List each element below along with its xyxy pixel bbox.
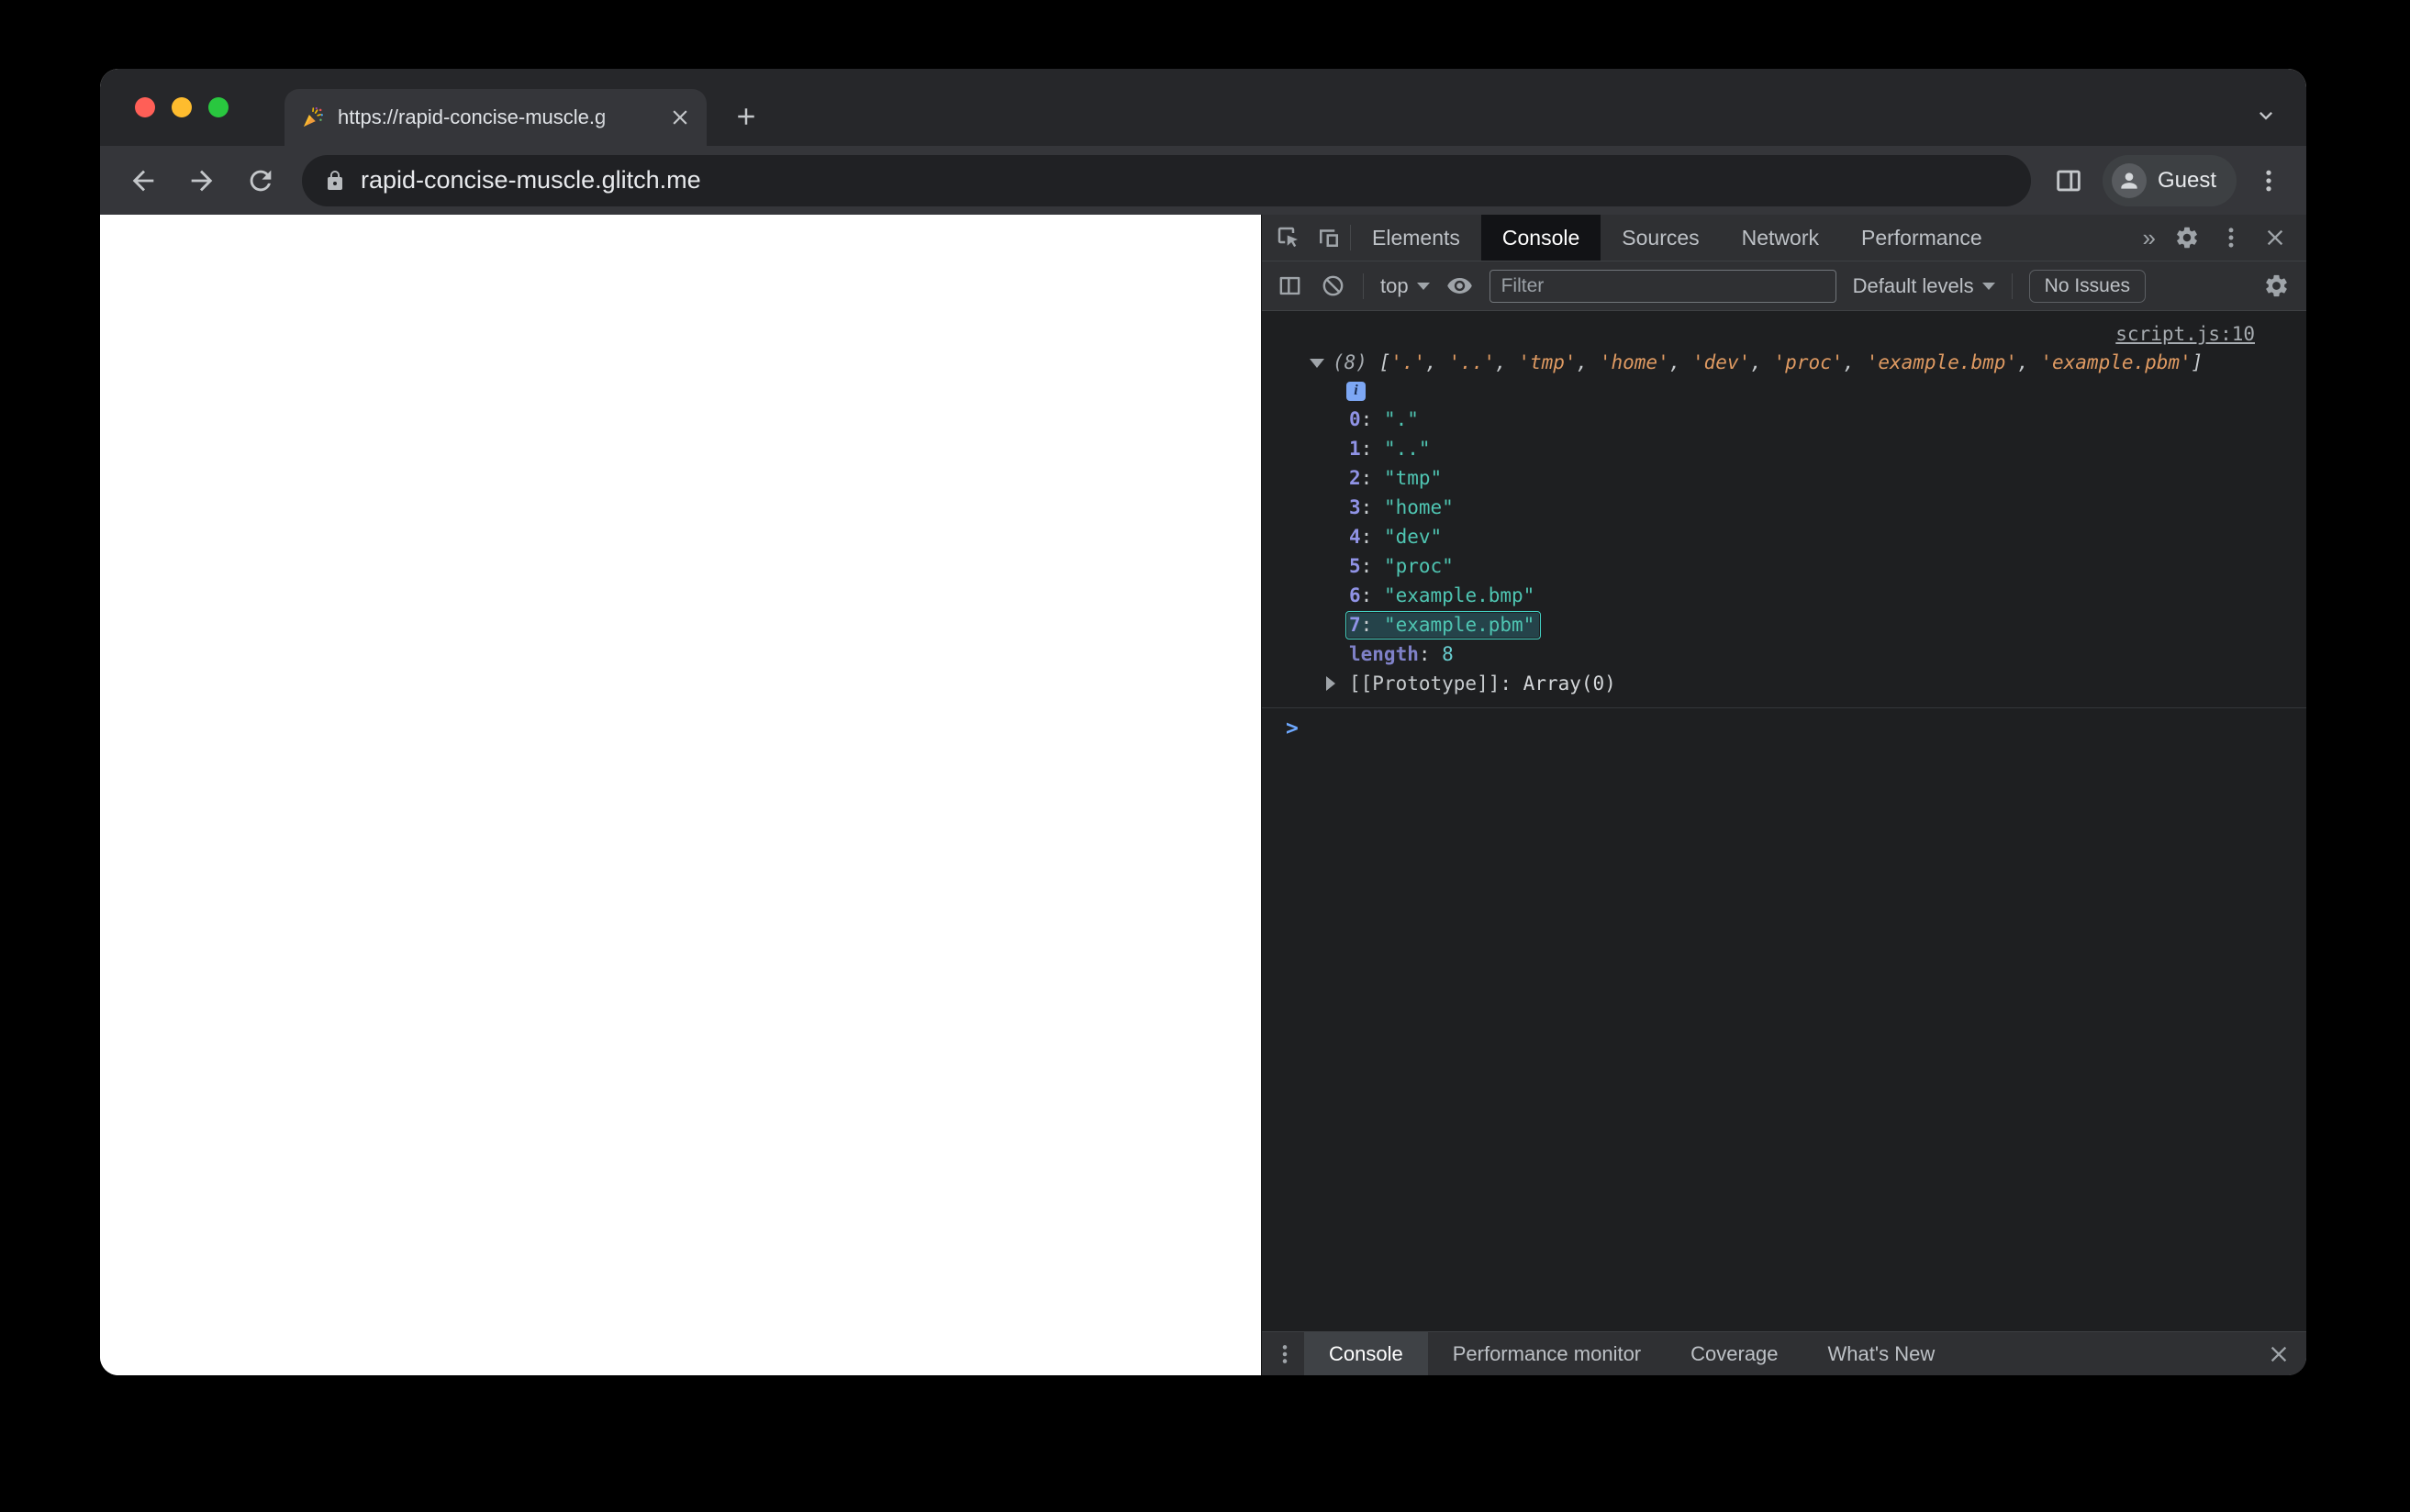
browser-window: https://rapid-concise-muscle.g rapid-con… xyxy=(100,69,2306,1375)
tab-elements[interactable]: Elements xyxy=(1351,215,1481,261)
expand-triangle-icon[interactable] xyxy=(1326,676,1335,691)
reload-icon[interactable] xyxy=(245,165,276,196)
drawer-close-icon[interactable] xyxy=(2266,1341,2292,1367)
divider xyxy=(1363,272,1364,299)
issues-badge[interactable]: No Issues xyxy=(2028,269,2147,303)
profile-button[interactable]: Guest xyxy=(2102,154,2237,206)
side-panel-icon[interactable] xyxy=(2053,165,2084,196)
array-entry-row: 6: "example.bmp" xyxy=(1349,584,1535,606)
console-message: script.js:10 (8) ['.', '..', 'tmp', 'hom… xyxy=(1262,318,2306,708)
drawer-tab-whats-new[interactable]: What's New xyxy=(1803,1332,1960,1375)
console-settings-gear-icon[interactable] xyxy=(2263,272,2290,299)
close-window-button[interactable] xyxy=(135,97,155,117)
length-row: length: 8 xyxy=(1349,643,1454,665)
source-link[interactable]: script.js:10 xyxy=(2115,323,2255,345)
devtools-settings-gear-icon[interactable] xyxy=(2174,225,2200,250)
array-entry-row: 1: ".." xyxy=(1349,438,1431,460)
url-text: rapid-concise-muscle.glitch.me xyxy=(361,166,701,194)
prompt-chevron-icon: > xyxy=(1286,717,1299,740)
tab-close-icon[interactable] xyxy=(668,106,692,129)
tab-sources[interactable]: Sources xyxy=(1601,215,1720,261)
person-icon xyxy=(2117,169,2141,193)
browser-toolbar: rapid-concise-muscle.glitch.me Guest xyxy=(100,146,2306,215)
console-output[interactable]: script.js:10 (8) ['.', '..', 'tmp', 'hom… xyxy=(1262,311,2306,1331)
chevron-down-icon[interactable] xyxy=(2253,103,2279,128)
drawer-menu-kebab-icon[interactable] xyxy=(1273,1342,1297,1366)
caret-down-icon xyxy=(1416,282,1430,290)
drawer-tab-console[interactable]: Console xyxy=(1304,1332,1428,1375)
devtools-close-icon[interactable] xyxy=(2262,225,2288,250)
array-entry-row: 3: "home" xyxy=(1349,496,1454,518)
tab-console[interactable]: Console xyxy=(1480,215,1601,261)
profile-label: Guest xyxy=(2157,167,2216,193)
tab-performance[interactable]: Performance xyxy=(1840,215,2003,261)
devtools-tab-bar: Elements Console Sources Network Perform… xyxy=(1262,215,2306,261)
back-icon[interactable] xyxy=(128,165,159,196)
divider xyxy=(2011,272,2013,299)
devtools-drawer: Console Performance monitor Coverage Wha… xyxy=(1262,1331,2306,1375)
caret-down-icon xyxy=(1981,282,1995,290)
navigation-buttons xyxy=(128,165,276,196)
collapse-triangle-icon[interactable] xyxy=(1310,359,1324,368)
tab-title: https://rapid-concise-muscle.g xyxy=(338,106,607,128)
lock-icon[interactable] xyxy=(324,170,346,192)
forward-icon[interactable] xyxy=(186,165,218,196)
avatar xyxy=(2111,162,2147,198)
browser-menu-kebab-icon[interactable] xyxy=(2255,167,2282,195)
clear-console-icon[interactable] xyxy=(1320,272,1346,299)
page-content xyxy=(100,215,1261,1375)
array-entry-row: 7: "example.pbm" xyxy=(1262,610,2306,639)
more-tabs-icon[interactable]: » xyxy=(2143,226,2156,250)
browser-tab[interactable]: https://rapid-concise-muscle.g xyxy=(285,89,707,146)
tab-network[interactable]: Network xyxy=(1721,215,1840,261)
maximize-window-button[interactable] xyxy=(208,97,229,117)
minimize-window-button[interactable] xyxy=(172,97,192,117)
console-sidebar-icon[interactable] xyxy=(1277,272,1303,299)
window-controls xyxy=(135,69,229,146)
devtools-menu-kebab-icon[interactable] xyxy=(2218,225,2244,250)
console-prompt[interactable]: > xyxy=(1262,708,2306,740)
context-selector[interactable]: top xyxy=(1380,274,1430,298)
party-popper-favicon-icon xyxy=(301,106,325,129)
array-entry-row: 2: "tmp" xyxy=(1349,467,1443,489)
drawer-tab-coverage[interactable]: Coverage xyxy=(1666,1332,1802,1375)
new-tab-button[interactable] xyxy=(732,103,760,130)
array-preview: (8) ['.', '..', 'tmp', 'home', 'dev', 'p… xyxy=(1262,348,2306,377)
inspect-element-icon[interactable] xyxy=(1275,224,1302,251)
array-entries: 0: "." 1: ".." 2: "tmp" 3: "home" 4: "dev" 5:… xyxy=(1262,405,2306,639)
toolbar-right-icons: Guest xyxy=(2053,154,2282,206)
prototype-row[interactable]: [[Prototype]]: Array(0) xyxy=(1262,669,2306,698)
array-entry-row: 0: "." xyxy=(1349,408,1419,430)
array-entry-row: 4: "dev" xyxy=(1349,526,1443,548)
live-expression-eye-icon[interactable] xyxy=(1446,272,1473,299)
drawer-tab-performance-monitor[interactable]: Performance monitor xyxy=(1428,1332,1666,1375)
tab-strip: https://rapid-concise-muscle.g xyxy=(100,69,2306,146)
info-badge-icon: i xyxy=(1346,381,1366,401)
log-levels-dropdown[interactable]: Default levels xyxy=(1853,274,1995,298)
array-preview-items: '.', '..', 'tmp', 'home', 'dev', 'proc',… xyxy=(1390,351,2192,373)
devtools-panel: Elements Console Sources Network Perform… xyxy=(1261,215,2306,1375)
device-toolbar-icon[interactable] xyxy=(1315,224,1343,251)
console-toolbar: top Default levels No Issues xyxy=(1262,261,2306,311)
array-entry-row: 5: "proc" xyxy=(1349,555,1454,577)
address-bar[interactable]: rapid-concise-muscle.glitch.me xyxy=(302,154,2031,206)
console-filter-input[interactable] xyxy=(1489,269,1836,303)
